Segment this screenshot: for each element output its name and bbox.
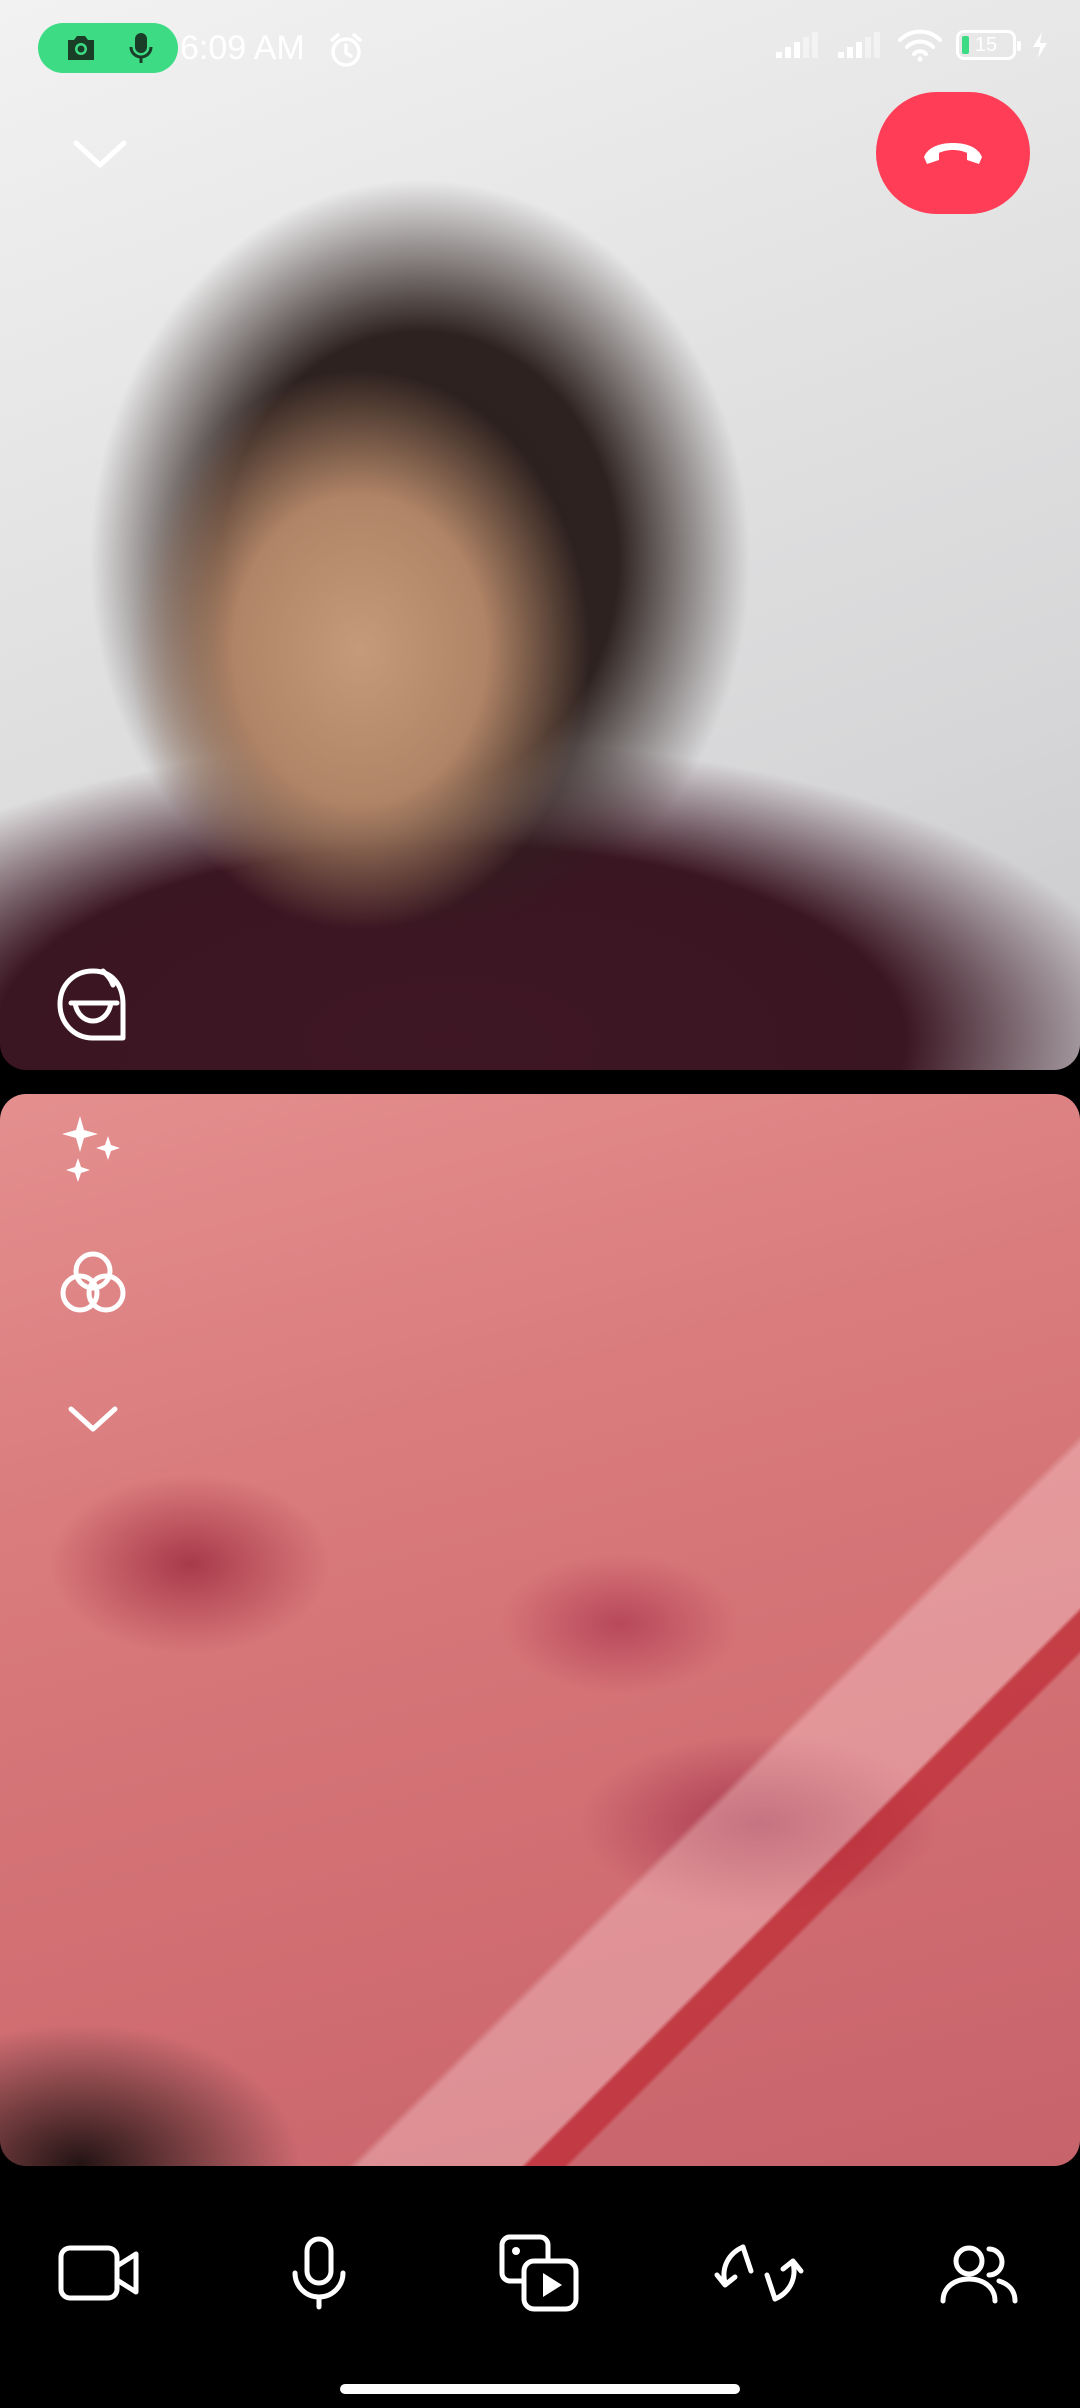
microphone-icon [289, 2235, 349, 2311]
lens-filter-button[interactable] [50, 1240, 136, 1326]
end-call-icon [920, 139, 986, 167]
battery-fill [962, 36, 969, 54]
chevron-down-icon [67, 1405, 119, 1435]
privacy-indicator-pill[interactable] [38, 23, 178, 73]
share-media-icon [498, 2233, 580, 2313]
camera-toggle-button[interactable] [44, 2218, 154, 2328]
effects-button[interactable] [50, 1106, 136, 1192]
sticker-icon [55, 967, 131, 1043]
cellular-signal-icon [774, 30, 822, 60]
flip-camera-icon [713, 2237, 805, 2309]
local-video-tile[interactable] [0, 1094, 1080, 2166]
sparkle-effects-icon [58, 1114, 128, 1184]
status-time: 6:09 AM [180, 29, 305, 67]
video-camera-icon [57, 2242, 141, 2304]
camera-in-use-icon [64, 33, 98, 63]
participants-icon [937, 2241, 1021, 2305]
charging-icon [1030, 30, 1050, 60]
share-media-button[interactable] [484, 2218, 594, 2328]
mic-in-use-icon [129, 31, 153, 65]
alarm-icon [327, 31, 365, 69]
participants-button[interactable] [924, 2218, 1034, 2328]
call-controls-bar [0, 2166, 1080, 2408]
status-bar: 6:09 AM 15 [0, 0, 1080, 100]
battery-level: 15 [974, 33, 998, 56]
wifi-icon [898, 28, 942, 62]
battery-icon: 15 [956, 30, 1021, 60]
sticker-button[interactable] [50, 962, 136, 1048]
more-tools-button[interactable] [55, 1385, 131, 1455]
chevron-down-icon [72, 139, 128, 171]
minimize-call-button[interactable] [60, 120, 140, 190]
microphone-toggle-button[interactable] [264, 2218, 374, 2328]
cellular-signal-icon [836, 30, 884, 60]
lens-filter-icon [57, 1247, 129, 1319]
end-call-button[interactable] [876, 92, 1030, 214]
flip-camera-button[interactable] [704, 2218, 814, 2328]
home-indicator[interactable] [340, 2384, 740, 2394]
